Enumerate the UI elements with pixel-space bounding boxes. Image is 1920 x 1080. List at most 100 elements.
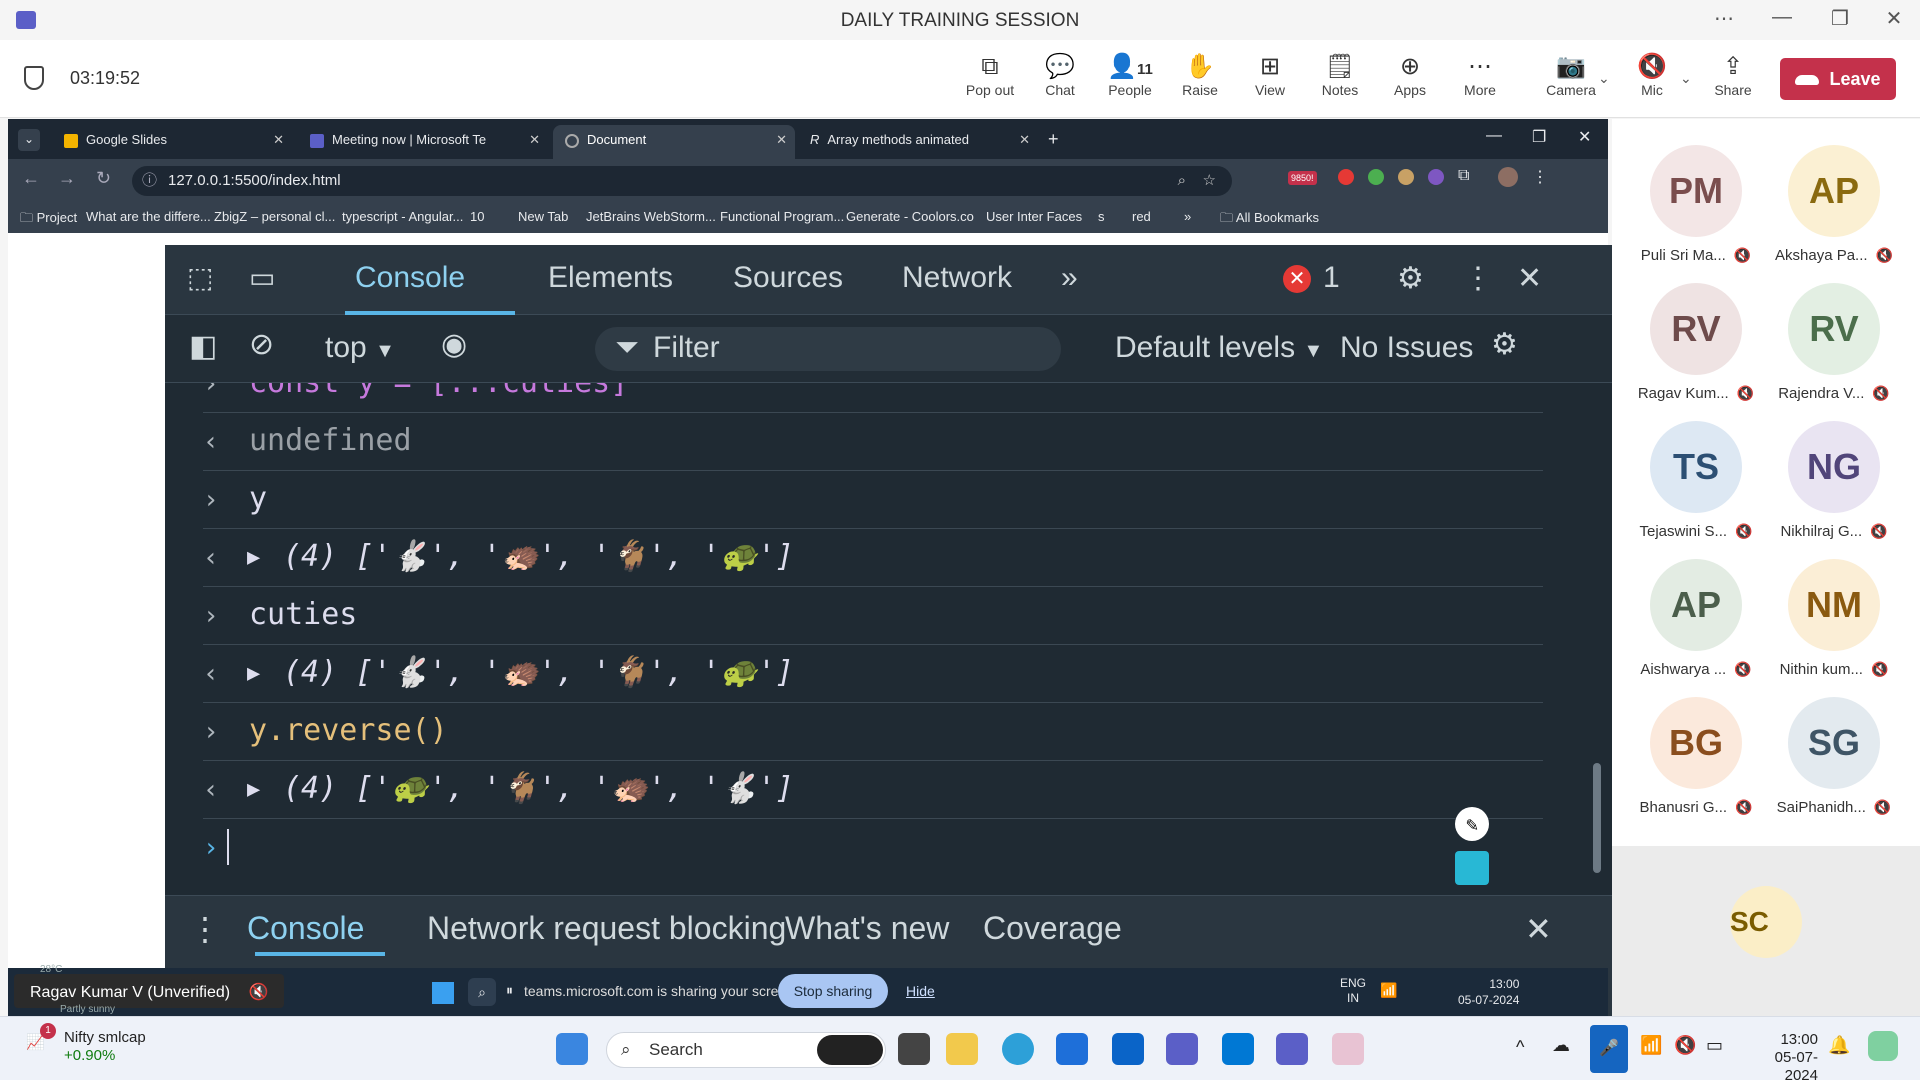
- participant-tile[interactable]: SG SaiPhanidh... 🔇: [1764, 697, 1904, 835]
- back-icon[interactable]: ←: [22, 168, 40, 189]
- cookie-extension-icon[interactable]: [1398, 169, 1414, 185]
- browser-tab-teams[interactable]: Meeting now | Microsoft Te ✕: [298, 125, 548, 159]
- participant-tile[interactable]: BG Bhanusri G... 🔇: [1626, 697, 1766, 835]
- bookmark-item[interactable]: User Inter Faces: [986, 209, 1082, 224]
- stop-sharing-button[interactable]: Stop sharing: [778, 974, 888, 1008]
- share-button[interactable]: ⇪ Share: [1698, 52, 1768, 98]
- mic-button[interactable]: 🔇 Mic: [1617, 52, 1687, 98]
- browser-tab-array-methods[interactable]: R Array methods animated ✕: [798, 125, 1038, 159]
- teams-new-icon[interactable]: [1276, 1033, 1308, 1065]
- drawer-tab-console[interactable]: Console: [247, 910, 364, 947]
- tab-console[interactable]: Console: [355, 261, 465, 295]
- scrollbar-thumb[interactable]: [1593, 763, 1601, 873]
- purple-extension-icon[interactable]: [1428, 169, 1444, 185]
- view-button[interactable]: ⊞ View: [1235, 52, 1305, 98]
- language-indicator[interactable]: ENG IN: [1340, 976, 1366, 1006]
- bookmark-item[interactable]: red: [1132, 209, 1151, 224]
- windows-start-icon[interactable]: [432, 982, 454, 1004]
- store-icon[interactable]: [1056, 1033, 1088, 1065]
- tab-close-icon[interactable]: ✕: [529, 125, 540, 155]
- tab-close-icon[interactable]: ✕: [776, 125, 787, 155]
- browser-menu-icon[interactable]: ⋮: [1532, 167, 1548, 187]
- error-icon[interactable]: ✕: [1283, 265, 1311, 293]
- bookmark-star-icon[interactable]: ☆: [1203, 166, 1216, 196]
- participant-tile[interactable]: AP Akshaya Pa... 🔇: [1764, 145, 1904, 283]
- outlook-icon[interactable]: [1112, 1033, 1144, 1065]
- snipping-tool-icon[interactable]: [1332, 1033, 1364, 1065]
- minimize-icon[interactable]: —: [1486, 127, 1502, 145]
- participant-tile[interactable]: PM Puli Sri Ma... 🔇: [1626, 145, 1766, 283]
- reload-icon[interactable]: ↻: [96, 168, 111, 189]
- zoom-icon[interactable]: ⌕: [1178, 166, 1186, 196]
- device-toolbar-icon[interactable]: ▭: [249, 261, 275, 294]
- tab-network[interactable]: Network: [902, 261, 1012, 295]
- bookmark-item[interactable]: typescript - Angular...: [342, 209, 463, 224]
- bookmark-item[interactable]: s: [1098, 209, 1105, 224]
- bookmark-item[interactable]: Functional Program...: [720, 209, 844, 224]
- participant-tile[interactable]: NG Nikhilraj G... 🔇: [1764, 421, 1904, 559]
- participant-tile[interactable]: NM Nithin kum... 🔇: [1764, 559, 1904, 697]
- file-explorer-icon[interactable]: [946, 1033, 978, 1065]
- more-button[interactable]: ⋯ More: [1445, 52, 1515, 98]
- pop-out-button[interactable]: ⧉ Pop out: [955, 52, 1025, 98]
- participant-tile[interactable]: AP Aishwarya ... 🔇: [1626, 559, 1766, 697]
- raise-hand-button[interactable]: ✋ Raise: [1165, 52, 1235, 98]
- windows-start-icon[interactable]: [556, 1033, 588, 1065]
- people-button[interactable]: 👤11 People: [1095, 52, 1165, 98]
- camera-button[interactable]: 📷 Camera: [1536, 52, 1606, 98]
- color-extension-icon[interactable]: [1368, 169, 1384, 185]
- participant-tile[interactable]: TS Tejaswini S... 🔇: [1626, 421, 1766, 559]
- clear-console-icon[interactable]: ⊘: [249, 327, 274, 362]
- close-icon[interactable]: ✕: [1874, 6, 1914, 31]
- bookmark-item[interactable]: Generate - Coolors.co: [846, 209, 974, 224]
- console-settings-gear-icon[interactable]: ⚙: [1491, 327, 1518, 362]
- error-count[interactable]: 1: [1323, 261, 1340, 295]
- self-video-tile[interactable]: SC: [1612, 846, 1920, 1016]
- site-info-icon[interactable]: ⓘ: [142, 166, 157, 196]
- console-output-line[interactable]: ‹ ▶ (4) ['🐢', '🐐', '🦔', '🐇']: [203, 761, 1543, 819]
- bookmark-item[interactable]: What are the differe...: [86, 209, 211, 224]
- settings-gear-icon[interactable]: ⚙: [1397, 261, 1424, 296]
- bookmark-item[interactable]: ZbigZ – personal cl...: [214, 209, 335, 224]
- show-hidden-icons-chevron-icon[interactable]: ^: [1516, 1037, 1524, 1058]
- record-extension-icon[interactable]: [1338, 169, 1354, 185]
- bookmark-item[interactable]: New Tab: [518, 209, 568, 224]
- edge-browser-icon[interactable]: [1002, 1033, 1034, 1065]
- expand-triangle-icon[interactable]: ▶: [247, 661, 260, 686]
- tab-elements[interactable]: Elements: [548, 261, 673, 295]
- profile-avatar[interactable]: [1498, 167, 1518, 187]
- customize-menu-icon[interactable]: ⋮: [1463, 261, 1493, 296]
- participant-tile[interactable]: RV Rajendra V... 🔇: [1764, 283, 1904, 421]
- more-tabs-icon[interactable]: »: [1061, 261, 1078, 295]
- participant-tile[interactable]: RV Ragav Kum... 🔇: [1626, 283, 1766, 421]
- maximize-icon[interactable]: ❐: [1532, 127, 1546, 147]
- extension-badge[interactable]: 9850!: [1288, 171, 1317, 185]
- context-selector[interactable]: top ▼: [325, 331, 395, 365]
- chat-button[interactable]: 💬 Chat: [1025, 52, 1095, 98]
- task-view-icon[interactable]: [898, 1033, 930, 1065]
- minimize-icon[interactable]: —: [1762, 6, 1802, 29]
- bookmarks-overflow-icon[interactable]: »: [1184, 209, 1191, 224]
- expand-triangle-icon[interactable]: ▶: [247, 545, 260, 570]
- more-options-icon[interactable]: ⋯: [1704, 6, 1744, 31]
- drawer-tab-coverage[interactable]: Coverage: [983, 910, 1122, 947]
- browser-tab-document[interactable]: Document ✕: [553, 125, 795, 159]
- camera-options-chevron-icon[interactable]: ⌄: [1598, 70, 1610, 87]
- tab-close-icon[interactable]: ✕: [1019, 125, 1030, 155]
- console-prompt-input[interactable]: ›: [203, 823, 1503, 873]
- drawer-menu-icon[interactable]: ⋮: [189, 910, 221, 948]
- new-tab-icon[interactable]: +: [1048, 129, 1059, 150]
- apps-button[interactable]: ⊕ Apps: [1375, 52, 1445, 98]
- teams-icon[interactable]: [1166, 1033, 1198, 1065]
- leave-button[interactable]: Leave: [1780, 58, 1896, 100]
- sidebar-toggle-icon[interactable]: ◧: [189, 329, 217, 364]
- all-bookmarks[interactable]: 🗀 All Bookmarks: [1220, 209, 1319, 231]
- taskbar-clock[interactable]: 13:00 05-07-2024: [1750, 1031, 1818, 1080]
- cloud-icon[interactable]: ☁: [1552, 1035, 1570, 1056]
- bookmark-item[interactable]: 🗀 Project: [20, 209, 77, 231]
- wifi-icon[interactable]: 📶: [1640, 1035, 1662, 1056]
- filter-input[interactable]: ⏷ Filter: [595, 327, 1061, 371]
- battery-icon[interactable]: ▭: [1706, 1035, 1723, 1056]
- console-output[interactable]: › const y = [...cuties] ‹ undefined › y …: [165, 383, 1585, 895]
- screen-tool-icon[interactable]: [1455, 851, 1489, 885]
